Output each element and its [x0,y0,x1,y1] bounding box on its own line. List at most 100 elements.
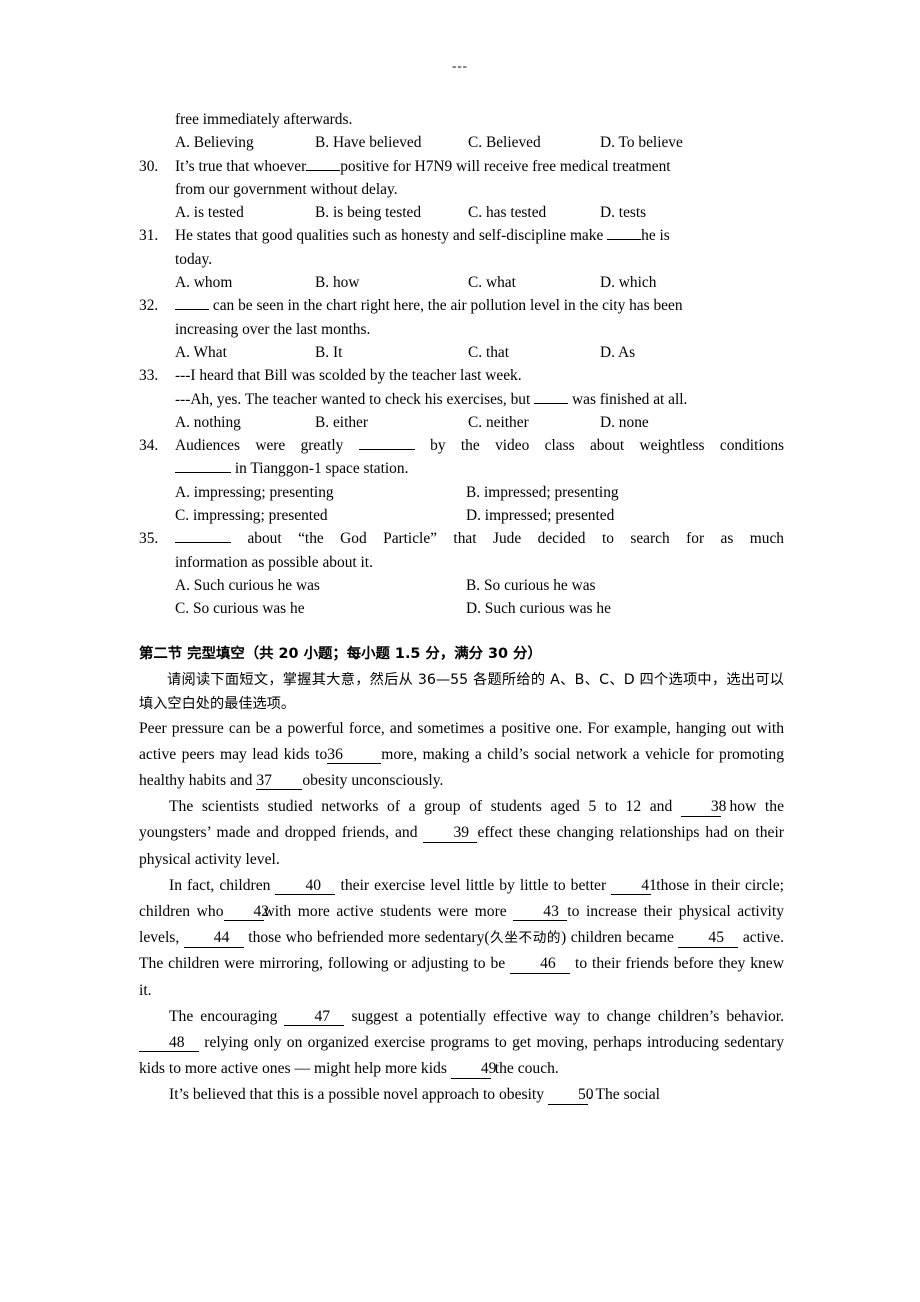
question-33: 33. ---I heard that Bill was scolded by t… [139,364,784,434]
question-31-line-2: today. [175,250,213,268]
question-31: 31. He states that good qualities such as… [139,224,784,294]
question-30-blank[interactable] [306,169,341,171]
question-31-number: 31. [139,227,159,245]
option-a[interactable]: A. impressing; presenting [175,481,334,504]
question-30-options: A. is tested B. is being tested C. has t… [139,201,784,224]
passage-paragraph-3: In fact, children 40 their exercise leve… [139,873,784,1004]
cloze-blank-36[interactable]: 36 [327,746,382,765]
option-d[interactable]: D. To believe [600,131,683,154]
cloze-blank-50[interactable]: 50 [547,1087,594,1105]
cloze-passage: Peer pressure can be a powerful force, a… [139,716,784,1109]
option-c[interactable]: C. that [468,341,509,364]
option-b[interactable]: B. is being tested [315,201,421,224]
question-32-line-2: increasing over the last months. [175,320,371,338]
question-30-stem-post: positive for H7N9 will receive free medi… [340,157,671,175]
question-32-blank[interactable] [175,309,209,311]
question-31-stem-pre: He states that good qualities such as ho… [175,227,604,245]
option-d[interactable]: D. Such curious was he [466,597,611,620]
question-34: 34. Audiences were greatly by the video c… [139,434,784,527]
passage-paragraph-2: The scientists studied networks of a gro… [139,794,784,873]
question-32-options: A. What B. It C. that D. As [139,341,784,364]
cloze-blank-49[interactable]: 49 [450,1060,496,1079]
passage-p3-text-1: In fact, children [169,876,271,894]
question-34-options-row-1: A. impressing; presenting B. impressed; … [139,481,784,504]
question-35-options-row-1: A. Such curious he was B. So curious he … [139,574,784,597]
option-c[interactable]: C. what [468,271,516,294]
cloze-blank-47[interactable]: 47 [284,1008,345,1027]
option-d[interactable]: D. none [600,411,649,434]
question-34-blank-2[interactable] [175,472,231,474]
question-34-stem-tail: in Tianggon-1 space station. [234,460,409,478]
question-35-line-1: 35. about “the God Particle” that Jude d… [139,527,784,550]
question-30-stem-pre: It’s true that whoever [175,157,307,175]
question-29-options: A. Believing B. Have believed C. Believe… [139,131,784,154]
cloze-blank-42[interactable]: 42 [223,903,269,922]
question-32-line-1: 32. can be seen in the chart right here,… [139,294,784,317]
question-31-blank[interactable] [607,239,642,241]
passage-p1-text-3: obesity unconsciously. [302,771,444,789]
passage-paragraph-1: Peer pressure can be a powerful force, a… [139,716,784,795]
option-b[interactable]: B. Have believed [315,131,421,154]
option-a[interactable]: A. Believing [175,131,254,154]
question-34-blank-1[interactable] [358,449,415,451]
option-b[interactable]: B. So curious he was [466,574,596,597]
option-d[interactable]: D. tests [600,201,646,224]
option-a[interactable]: A. nothing [175,411,241,434]
cloze-blank-44[interactable]: 44 [183,929,244,948]
cloze-blank-45[interactable]: 45 [678,929,739,948]
cloze-blank-39[interactable]: 39 [423,824,478,843]
option-a[interactable]: A. What [175,341,227,364]
question-33-line-2: ---Ah, yes. The teacher wanted to check … [139,388,784,411]
option-c[interactable]: C. Believed [468,131,541,154]
section-2-instruction: 请阅读下面短文，掌握其大意，然后从 36—55 各题所给的 A、B、C、D 四个… [139,671,784,712]
passage-p5-text-2: . The social [587,1086,660,1104]
question-35: 35. about “the God Particle” that Jude d… [139,527,784,620]
option-d[interactable]: D. As [600,341,635,364]
passage-p5-text-1: It’s believed that this is a possible no… [169,1086,545,1104]
cloze-blank-46[interactable]: 46 [510,955,571,974]
question-34-line-1: 34. Audiences were greatly by the video c… [139,434,784,457]
question-29-tail: free immediately afterwards. A. Believin… [139,108,784,155]
question-34-line-2: in Tianggon-1 space station. [139,457,784,480]
option-d[interactable]: D. which [600,271,656,294]
cloze-blank-41[interactable]: 41 [611,877,657,896]
document-content: free immediately afterwards. A. Believin… [139,108,784,1109]
option-c[interactable]: C. So curious was he [175,597,305,620]
option-b[interactable]: B. how [315,271,359,294]
cloze-blank-48[interactable]: 48 [139,1034,199,1053]
cloze-blank-43[interactable]: 43 [513,903,568,922]
question-35-number: 35. [139,530,159,548]
question-34-options-row-2: C. impressing; presented D. impressed; p… [139,504,784,527]
option-a[interactable]: A. is tested [175,201,244,224]
passage-p4-text-2: suggest a potentially effective way to c… [351,1007,784,1025]
option-b[interactable]: B. It [315,341,342,364]
question-34-stem-post: by the video class about weightless cond… [430,437,785,455]
question-33-blank[interactable] [534,402,569,404]
option-c[interactable]: C. impressing; presented [175,504,328,527]
question-29-stem-tail: free immediately afterwards. [175,111,353,128]
question-31-line-1: 31. He states that good qualities such as… [139,224,784,247]
question-35-blank[interactable] [175,542,231,544]
question-33-dialogue-1: ---I heard that Bill was scolded by the … [175,367,522,385]
cloze-blank-40[interactable]: 40 [275,877,336,896]
option-b[interactable]: B. impressed; presenting [466,481,619,504]
question-30-line-1: 30. It’s true that whoever positive for H7… [139,155,784,178]
option-d[interactable]: D. impressed; presented [466,504,614,527]
question-33-number: 33. [139,367,159,385]
option-a[interactable]: A. Such curious he was [175,574,320,597]
section-2-heading: 第二节 完型填空（共 20 小题；每小题 1.5 分，满分 30 分） [139,645,542,662]
option-a[interactable]: A. whom [175,271,232,294]
passage-p3-text-6: those who befriended more sedentary( [248,929,490,947]
question-34-number: 34. [139,437,159,455]
option-c[interactable]: C. has tested [468,201,546,224]
passage-paragraph-4: The encouraging 47 suggest a potentially… [139,1004,784,1083]
option-b[interactable]: B. either [315,411,368,434]
passage-p3-text-2: their exercise level little by little to… [340,876,607,894]
question-33-dialogue-2-pre: ---Ah, yes. The teacher wanted to check … [175,390,531,408]
passage-chinese-gloss: 久坐不动的 [489,930,562,947]
question-33-options: A. nothing B. either C. neither D. none [139,411,784,434]
option-c[interactable]: C. neither [468,411,529,434]
cloze-blank-38[interactable]: 38 [680,798,726,817]
cloze-blank-37[interactable]: 37 [256,772,303,791]
question-32-stem-post: can be seen in the chart right here, the… [212,297,683,315]
